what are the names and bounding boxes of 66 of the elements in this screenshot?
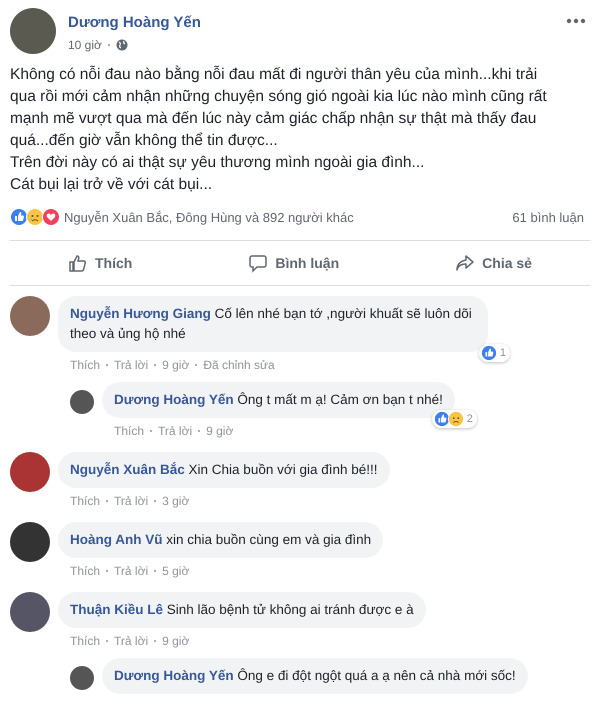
comment-action-link[interactable]: Trả lời bbox=[158, 424, 192, 438]
post-time[interactable]: 10 giờ bbox=[68, 38, 102, 52]
separator-dot bbox=[154, 364, 156, 366]
separator-dot bbox=[198, 430, 200, 432]
separator-dot bbox=[195, 364, 198, 366]
comment-action-link[interactable]: Thích bbox=[70, 564, 100, 578]
comment-text: Dương Hoàng Yến Ông e đi đột ngột quá a ạ nên cả nhà mới sốc! bbox=[102, 658, 528, 694]
comment-action-link[interactable]: Trả lời bbox=[114, 358, 148, 372]
commenter-name[interactable]: Hoàng Anh Vũ bbox=[70, 532, 162, 547]
comment-text: Nguyễn Xuân Bắc Xin Chia buồn với gia đình bé!!! bbox=[58, 452, 390, 488]
like-reaction-icon[interactable] bbox=[10, 208, 28, 226]
like-button[interactable]: Thích bbox=[58, 247, 142, 279]
avatar-image[interactable] bbox=[10, 452, 50, 492]
sad-face-icon[interactable] bbox=[26, 208, 44, 226]
separator-dot bbox=[154, 500, 156, 502]
separator-dot bbox=[154, 640, 156, 642]
post-text: Cát bụi lại trở về với cát bụi... bbox=[10, 175, 214, 195]
commenter-name[interactable]: Dương Hoàng Yến bbox=[114, 392, 234, 407]
globe-icon bbox=[116, 39, 128, 51]
comment-action-link[interactable]: 9 giờ bbox=[162, 358, 190, 372]
share-arrow-icon bbox=[455, 253, 476, 273]
post-text: Không có nỗi đau nào bằng nỗi đau mất đi người thân yêu của mình...khi trải qua rồi mới cảm nhận những chuyện sóng gió ngoài kia lúc nào mình cũng rất mạnh mẽ vượt qua mà đến lúc này cảm giác chấp nhận sự thật mà thấy đau quá...đến giờ vẫn không thể tin được... bbox=[10, 64, 548, 151]
comment-action-link[interactable]: Thích bbox=[70, 634, 100, 648]
reaction-names[interactable]: Nguyễn Xuân Bắc, Đông Hùng và 892 người khác bbox=[64, 210, 354, 224]
commenter-name[interactable]: Thuận Kiều Lê bbox=[70, 602, 164, 617]
comment-action-link[interactable]: 5 giờ bbox=[162, 564, 190, 578]
comment-action-link[interactable]: Thích bbox=[70, 494, 100, 508]
comment-action-link[interactable]: Trả lời bbox=[114, 494, 148, 508]
avatar-image[interactable] bbox=[10, 8, 56, 54]
commenter-name[interactable]: Nguyễn Xuân Bắc bbox=[70, 462, 185, 477]
more-icon[interactable] bbox=[566, 18, 586, 24]
separator-dot bbox=[106, 570, 108, 572]
avatar-image[interactable] bbox=[10, 522, 50, 562]
commenter-name[interactable]: Dương Hoàng Yến bbox=[114, 668, 234, 683]
comment-action-link[interactable]: Thích bbox=[70, 358, 100, 372]
reaction-badge[interactable]: 1 bbox=[478, 344, 510, 362]
heart-reaction-icon[interactable] bbox=[42, 208, 60, 226]
avatar-image[interactable] bbox=[70, 390, 94, 414]
comment-action-link[interactable]: 3 giờ bbox=[162, 494, 190, 508]
thumbs-up-icon bbox=[68, 253, 88, 273]
separator-dot bbox=[106, 500, 108, 502]
comment-text: Nguyễn Hương Giang Cố lên nhé bạn tớ ,người khuất sẽ luôn dõi theo và ủng hộ nhé bbox=[58, 296, 488, 352]
comment-action-link[interactable]: Đã chỉnh sửa bbox=[203, 358, 275, 372]
commenter-name[interactable]: Nguyễn Hương Giang bbox=[70, 306, 211, 321]
separator-dot bbox=[108, 44, 110, 46]
comment-action-link[interactable]: 9 giờ bbox=[206, 424, 234, 438]
separator-dot bbox=[106, 364, 108, 366]
comment-text: Thuận Kiều Lê Sinh lão bệnh tử không ai tránh được e à bbox=[58, 592, 426, 628]
avatar-image[interactable] bbox=[70, 666, 94, 690]
comment-text: Hoàng Anh Vũ xin chia buồn cùng em và gia đình bbox=[58, 522, 384, 558]
comment-text: Dương Hoàng Yến Ông t mất m ạ! Cảm ơn bạn t nhé! bbox=[102, 382, 455, 418]
author-name[interactable]: Dương Hoàng Yến bbox=[68, 14, 201, 31]
comment-count[interactable]: 61 bình luận bbox=[512, 210, 584, 224]
post-text: Trên đời này có ai thật sự yêu thương mình ngoài gia đình... bbox=[10, 153, 426, 173]
speech-bubble-icon bbox=[248, 253, 268, 273]
comment-action-link[interactable]: Trả lời bbox=[114, 564, 148, 578]
avatar-image[interactable] bbox=[10, 592, 50, 632]
comment-button[interactable]: Bình luận bbox=[238, 247, 350, 279]
share-button[interactable]: Chia sẻ bbox=[445, 247, 542, 279]
reaction-badge[interactable]: 2 bbox=[432, 410, 477, 428]
comment-action-link[interactable]: 9 giờ bbox=[162, 634, 190, 648]
separator-dot bbox=[106, 640, 108, 642]
separator-dot bbox=[150, 430, 152, 432]
comment-action-link[interactable]: Trả lời bbox=[114, 634, 148, 648]
comment-action-link[interactable]: Thích bbox=[114, 424, 144, 438]
separator-dot bbox=[154, 570, 156, 572]
